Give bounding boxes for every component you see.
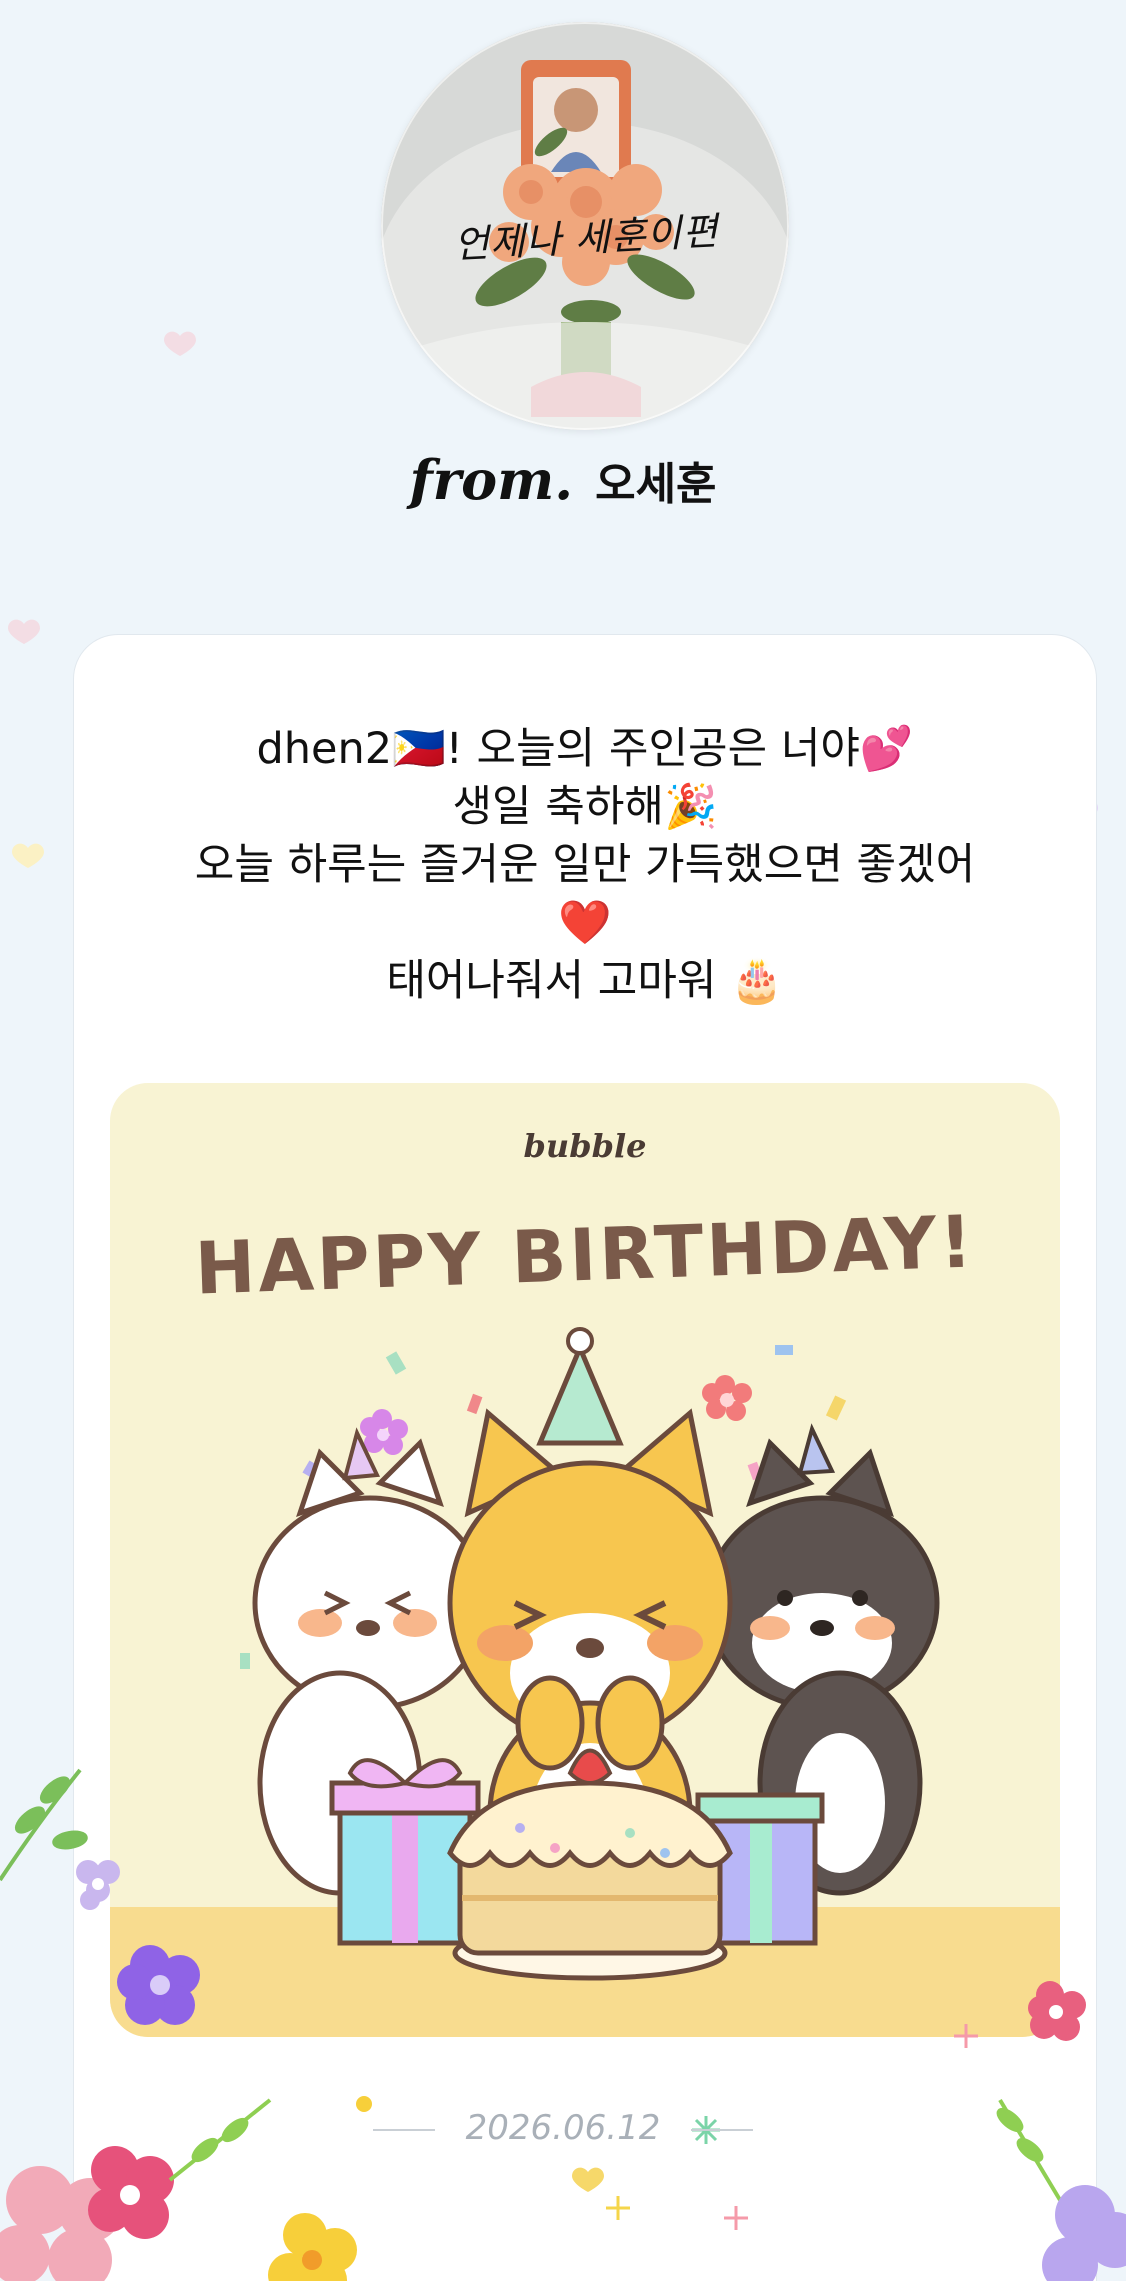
birthday-dogs-illustration xyxy=(240,1327,940,1981)
birthday-card-image: bubble HAPPY BIRTHDAY! xyxy=(110,1083,1060,2037)
message-line: 생일 축하해🎉 xyxy=(452,782,718,832)
sender-line: from. 오세훈 xyxy=(0,448,1126,512)
letter-message: dhen2🇵🇭! 오늘의 주인공은 너야💕 생일 축하해🎉 오늘 하루는 즐거운… xyxy=(74,720,1096,1010)
divider-left xyxy=(372,2128,435,2131)
message-line: 태어나줘서 고마워 🎂 xyxy=(386,956,784,1006)
flower-icon xyxy=(360,1409,408,1455)
message-line: dhen2🇵🇭! 오늘의 주인공은 너야💕 xyxy=(256,724,914,774)
message-line: 오늘 하루는 즐거운 일만 가득했으면 좋겠어 xyxy=(194,840,976,890)
from-label: from. xyxy=(409,448,574,512)
sender-avatar: 언제나 세훈이편 xyxy=(381,22,789,430)
message-line: ❤️ xyxy=(558,898,612,948)
divider-right xyxy=(691,2128,754,2131)
letter-page: 언제나 세훈이편 from. 오세훈 dhen2🇵🇭! 오늘의 주인공은 너야💕… xyxy=(0,0,1126,2281)
letter-date: 2026.06.12 xyxy=(465,2108,661,2148)
letter-date-row: 2026.06.12 xyxy=(0,2108,1126,2148)
sender-name: 오세훈 xyxy=(595,459,717,510)
flower-icon xyxy=(702,1375,752,1421)
